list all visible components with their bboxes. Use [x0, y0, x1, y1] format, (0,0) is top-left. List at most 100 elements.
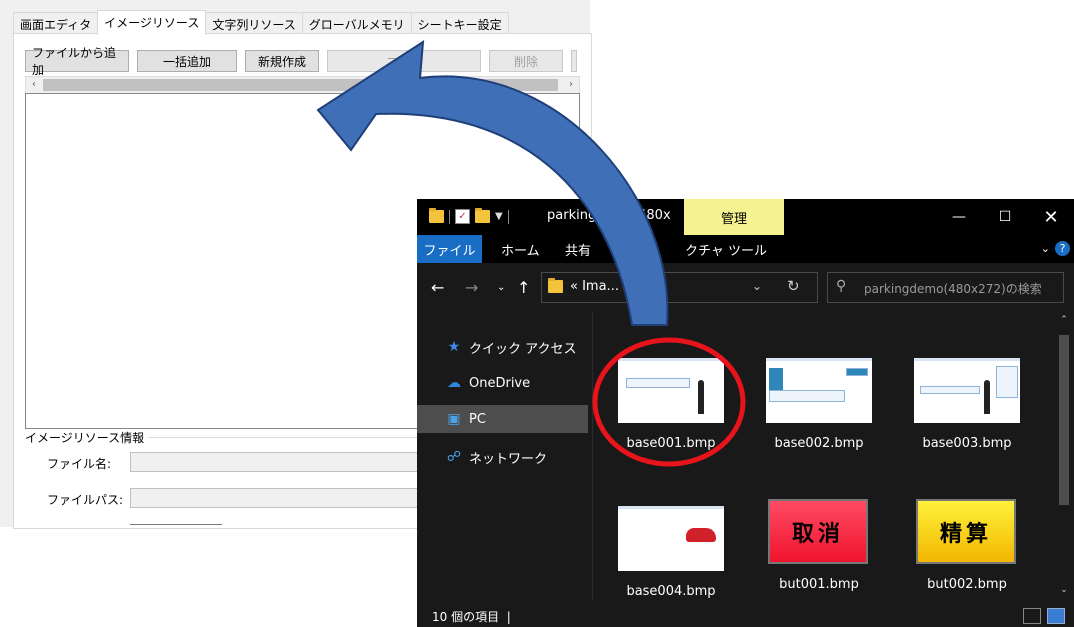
scroll-down-icon[interactable]: ⌄: [1054, 585, 1074, 595]
vertical-scrollbar[interactable]: ⌃ ⌄: [1054, 311, 1074, 601]
truncated-field-edge: [130, 524, 222, 525]
thumb-header: [766, 358, 872, 361]
add-from-file-button[interactable]: ファイルから追加: [25, 46, 129, 77]
tab-home[interactable]: ホーム: [501, 235, 540, 263]
close-icon[interactable]: ✕: [1028, 199, 1074, 235]
copy-button[interactable]: コピー: [327, 50, 481, 72]
chevron-down-icon[interactable]: ⌄: [752, 279, 762, 293]
image-thumbnail: [618, 358, 724, 423]
search-input[interactable]: parkingdemo(480x272)の検索: [864, 280, 1042, 297]
image-thumbnail: 精算: [916, 499, 1016, 564]
search-box[interactable]: ⚲ parkingdemo(480x272)の検索: [827, 272, 1064, 303]
file-list: base001.bmp base002.bmp base003.bmp base…: [594, 311, 1054, 601]
help-icon[interactable]: ?: [1055, 241, 1070, 256]
cloud-icon: ☁: [447, 375, 461, 391]
star-icon: ★: [447, 339, 461, 355]
thumb-header: [618, 358, 724, 361]
new-button[interactable]: 新規作成: [245, 50, 319, 72]
breadcrumb-segment[interactable]: Ima...: [582, 279, 619, 294]
tab-global-memory[interactable]: グローバルメモリ: [301, 12, 412, 35]
file-explorer-window: ✓ ▼ parkingdemo(480x 管理 — ☐ ✕ ファイル ホーム 共…: [417, 199, 1074, 627]
quick-access-toolbar: ✓ ▼: [429, 208, 509, 224]
person-silhouette: [984, 380, 990, 414]
forward-arrow-icon[interactable]: →: [465, 278, 478, 297]
file-path-label: ファイルパス:: [47, 493, 124, 507]
delete-button[interactable]: 削除: [489, 50, 563, 72]
network-icon: ☍: [446, 449, 462, 465]
file-tile-base001[interactable]: base001.bmp: [606, 358, 736, 478]
maximize-icon[interactable]: ☐: [982, 199, 1028, 235]
file-name: base001.bmp: [626, 436, 716, 451]
nav-item-pc[interactable]: ▣ PC: [417, 405, 588, 433]
minimize-icon[interactable]: —: [936, 199, 982, 235]
toolbar-overflow-button[interactable]: [571, 50, 577, 72]
nav-item-label: PC: [469, 411, 486, 427]
tab-share[interactable]: 共有: [565, 235, 591, 263]
bulk-add-button[interactable]: 一括追加: [137, 50, 237, 72]
tab-view[interactable]: 表示: [625, 235, 651, 263]
thumb-header: [618, 506, 724, 509]
details-view-icon[interactable]: [1023, 608, 1041, 624]
refresh-icon[interactable]: ↻: [787, 277, 800, 295]
scroll-right-icon[interactable]: ›: [563, 77, 579, 93]
nav-item-label: ネットワーク: [469, 451, 548, 467]
thumb-keypad: [769, 368, 783, 390]
thumb-panel: [996, 366, 1018, 398]
file-tile-but002[interactable]: 精算 but002.bmp: [902, 499, 1032, 619]
file-name: base004.bmp: [626, 584, 716, 599]
file-name-label: ファイル名:: [47, 457, 112, 471]
tab-sheet-key-settings[interactable]: シートキー設定: [410, 12, 509, 35]
file-name: base003.bmp: [922, 436, 1012, 451]
file-name: but002.bmp: [927, 577, 1007, 592]
back-arrow-icon[interactable]: ←: [431, 278, 444, 297]
thumb-header: [914, 358, 1020, 361]
scrollbar-thumb[interactable]: [1059, 335, 1069, 505]
explorer-titlebar: ✓ ▼ parkingdemo(480x 管理 — ☐ ✕: [417, 199, 1074, 235]
image-thumbnail: 取消: [768, 499, 868, 564]
person-silhouette: [698, 380, 704, 414]
computer-icon: ▣: [447, 411, 461, 427]
properties-icon[interactable]: ✓: [455, 209, 470, 224]
tab-screen-editor[interactable]: 画面エディタ: [13, 12, 99, 35]
resource-toolbar: ファイルから追加 一括追加 新規作成 コピー 削除: [25, 46, 577, 77]
item-count-text: 10 個の項目: [432, 610, 500, 624]
recent-locations-icon[interactable]: ⌄: [497, 282, 505, 293]
horizontal-scrollbar[interactable]: ‹ ›: [25, 76, 580, 94]
group-title: イメージリソース情報: [25, 429, 149, 446]
file-tile-but001[interactable]: 取消 but001.bmp: [754, 499, 884, 619]
tab-image-resource[interactable]: イメージリソース: [97, 10, 207, 35]
tab-picture-tools[interactable]: クチャ ツール: [685, 235, 767, 263]
pane-divider[interactable]: [592, 311, 593, 601]
file-tile-base003[interactable]: base003.bmp: [902, 358, 1032, 478]
file-name: base002.bmp: [774, 436, 864, 451]
file-tile-base002[interactable]: base002.bmp: [754, 358, 884, 478]
folder-icon: [548, 278, 563, 293]
breadcrumb[interactable]: « Ima...: [570, 279, 619, 294]
nav-item-network[interactable]: ☍ ネットワーク: [417, 443, 588, 471]
nav-item-label: クイック アクセス: [469, 341, 577, 357]
status-bar: 10 個の項目 |: [417, 603, 1074, 627]
expand-ribbon-icon[interactable]: ⌄: [1041, 242, 1050, 255]
manage-context-tab[interactable]: 管理: [684, 199, 784, 235]
scroll-up-icon[interactable]: ⌃: [1054, 315, 1074, 325]
editor-tab-strip: 画面エディタ イメージリソース 文字列リソース グローバルメモリ シートキー設定: [13, 10, 509, 35]
scroll-left-icon[interactable]: ‹: [26, 77, 42, 93]
image-thumbnail: [618, 506, 724, 571]
tab-file[interactable]: ファイル: [417, 235, 482, 263]
tab-string-resource[interactable]: 文字列リソース: [205, 12, 303, 35]
thumb-textbox: [920, 386, 980, 394]
new-folder-icon[interactable]: [475, 208, 490, 223]
large-icons-view-icon[interactable]: [1047, 608, 1065, 624]
scrollbar-thumb[interactable]: [43, 79, 558, 91]
up-arrow-icon[interactable]: ↑: [517, 278, 530, 297]
nav-item-onedrive[interactable]: ☁ OneDrive: [417, 369, 588, 397]
car-icon: [686, 528, 716, 542]
separator: [449, 209, 450, 224]
thumb-text-area: [626, 528, 680, 542]
thumb-button: [846, 368, 868, 376]
customize-toolbar-icon[interactable]: ▼: [495, 211, 503, 222]
address-bar[interactable]: « Ima... ⌄ ↻: [541, 272, 818, 303]
nav-item-quick-access[interactable]: ★ クイック アクセス: [417, 333, 588, 361]
image-thumbnail: [766, 358, 872, 423]
search-icon: ⚲: [836, 278, 847, 294]
